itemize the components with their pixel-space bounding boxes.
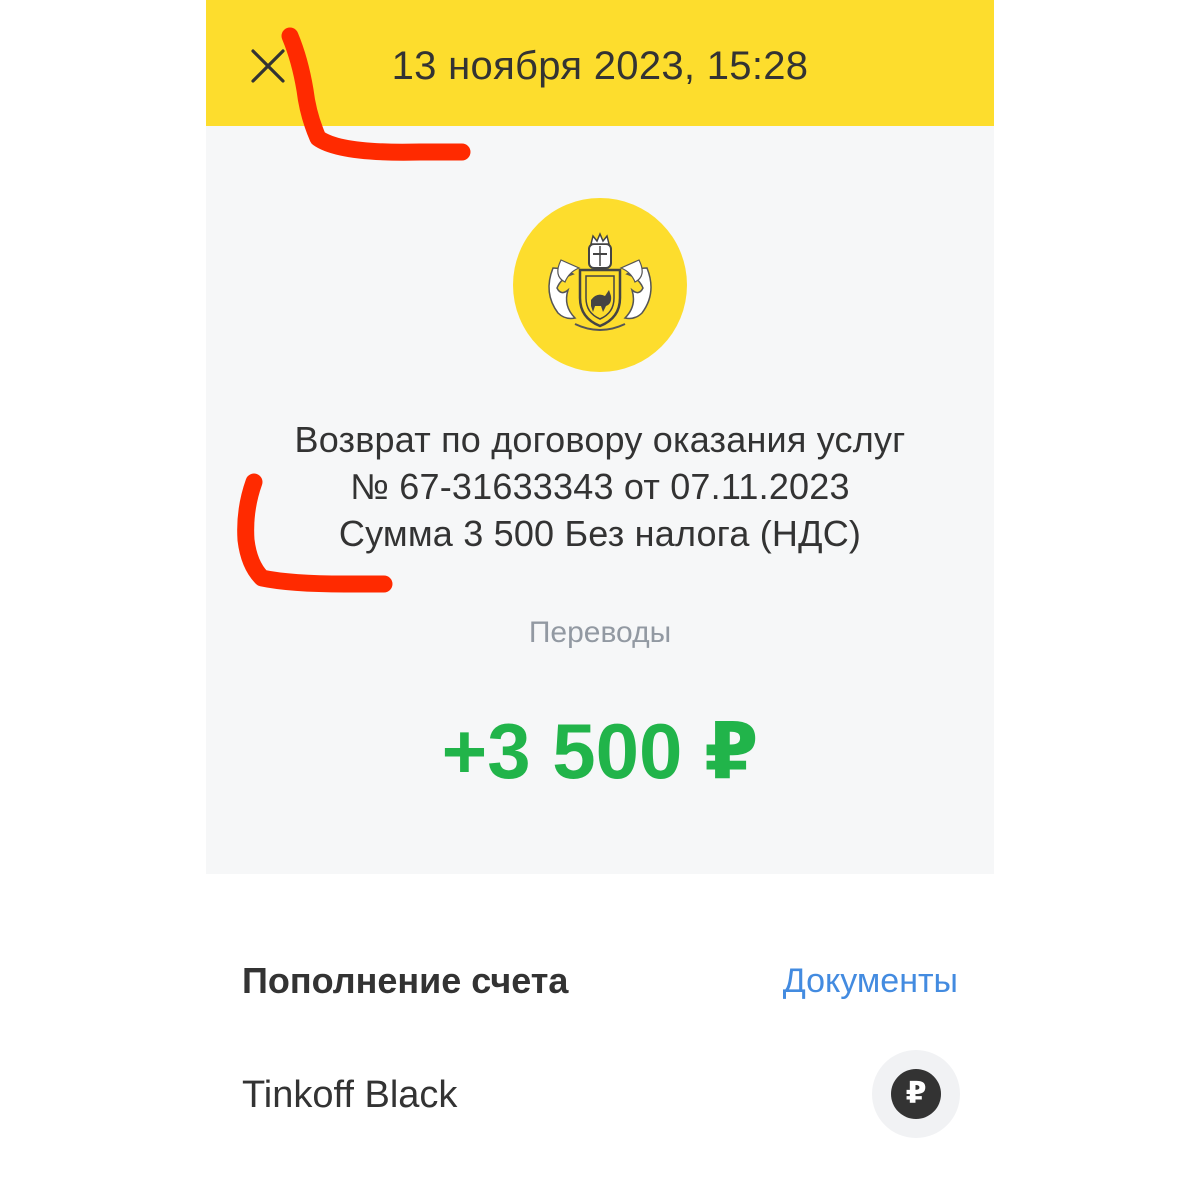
operation-description: Возврат по договору оказания услуг № 67-…	[294, 419, 906, 554]
operation-category: Переводы	[528, 616, 672, 649]
merchant-logo	[513, 198, 687, 372]
bank-coat-of-arms-icon	[548, 232, 652, 331]
header-bar: 13 ноября 2023, 15:28	[206, 0, 994, 126]
header-datetime: 13 ноября 2023, 15:28	[391, 44, 809, 88]
ruble-icon: ₽	[891, 1069, 941, 1119]
documents-link[interactable]: Документы	[783, 962, 958, 1001]
account-name: Tinkoff Black	[242, 1074, 458, 1116]
section-title: Пополнение счета	[242, 960, 569, 1001]
operation-amount: +3 500 ₽	[441, 707, 759, 795]
operation-details-screen: 13 ноября 2023, 15:28 Возврат по договор…	[206, 0, 994, 1200]
operation-summary: Возврат по договору оказания услуг № 67-…	[206, 126, 994, 874]
account-icon-button[interactable]: ₽	[872, 1050, 960, 1138]
